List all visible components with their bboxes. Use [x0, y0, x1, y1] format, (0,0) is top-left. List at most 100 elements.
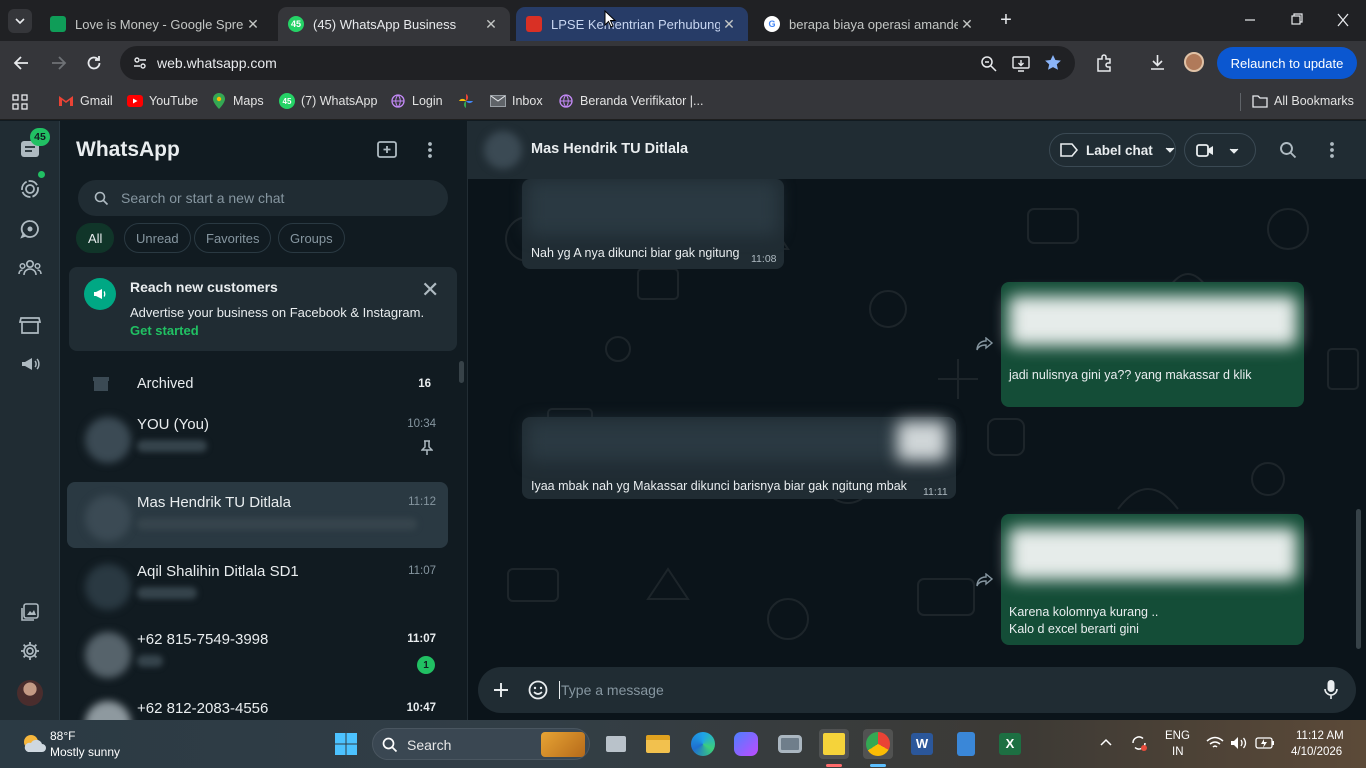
- clock-time[interactable]: 11:12 AM: [1296, 730, 1344, 742]
- all-bookmarks[interactable]: All Bookmarks: [1252, 93, 1354, 109]
- taskbar-app-edge[interactable]: [688, 729, 718, 759]
- bookmark-beranda[interactable]: Beranda Verifikator |...: [558, 93, 703, 109]
- new-chat-icon[interactable]: [376, 140, 398, 160]
- reload-icon[interactable]: [84, 53, 104, 73]
- chat-row-62-815[interactable]: +62 815-7549-3998 11:07 1: [67, 619, 448, 685]
- sticker-emoji-icon[interactable]: [528, 680, 548, 700]
- forward-icon[interactable]: [976, 337, 994, 351]
- filter-unread[interactable]: Unread: [124, 223, 191, 253]
- taskbar-app-camera[interactable]: [775, 729, 805, 759]
- channels-nav-button[interactable]: [18, 217, 42, 241]
- message-outgoing[interactable]: Karena kolomnya kurang .. Kalo d excel b…: [1001, 514, 1304, 645]
- close-window-button[interactable]: [1333, 12, 1353, 28]
- sync-icon[interactable]: [1130, 734, 1148, 752]
- back-icon[interactable]: [12, 53, 32, 73]
- browser-toolbar: web.whatsapp.com Relaunch to update: [0, 41, 1366, 85]
- advertise-nav-button[interactable]: [18, 352, 42, 376]
- tab-google-search[interactable]: G berapa biaya operasi amandel ✕: [754, 7, 986, 41]
- apps-grid-icon[interactable]: [12, 94, 28, 110]
- chevron-up-icon[interactable]: [1100, 738, 1112, 746]
- close-tab-icon[interactable]: ✕: [720, 16, 738, 33]
- clock-date[interactable]: 4/10/2026: [1291, 746, 1342, 758]
- label-chat-button[interactable]: Label chat: [1049, 133, 1176, 167]
- search-input[interactable]: Search or start a new chat: [78, 180, 448, 216]
- attach-plus-icon[interactable]: [493, 682, 509, 698]
- message-incoming[interactable]: Iyaa mbak nah yg Makassar dikunci barisn…: [522, 417, 956, 499]
- input-language[interactable]: ENG: [1165, 730, 1190, 742]
- bookmark-pinwheel[interactable]: [458, 93, 480, 109]
- site-info-icon[interactable]: [132, 55, 148, 71]
- archived-row[interactable]: Archived 16: [67, 369, 448, 399]
- taskbar-app-chrome[interactable]: [863, 729, 893, 759]
- filter-favorites[interactable]: Favorites: [194, 223, 272, 253]
- battery-charging-icon[interactable]: [1255, 737, 1275, 749]
- chat-time: 11:07: [408, 565, 436, 577]
- forward-icon[interactable]: [48, 53, 68, 73]
- address-bar[interactable]: web.whatsapp.com: [120, 46, 1075, 80]
- search-icon[interactable]: [1279, 141, 1297, 159]
- bookmark-inbox[interactable]: Inbox: [490, 93, 543, 109]
- chat-list-scrollbar[interactable]: [459, 361, 464, 383]
- menu-kebab-icon[interactable]: [426, 140, 434, 160]
- extensions-icon[interactable]: [1095, 53, 1114, 72]
- filter-all[interactable]: All: [76, 223, 115, 253]
- contact-name[interactable]: Mas Hendrik TU Ditlala: [531, 141, 688, 157]
- forward-icon[interactable]: [976, 573, 994, 587]
- chat-row-aqil[interactable]: Aqil Shalihin Ditlala SD1 11:07: [67, 551, 448, 617]
- taskbar-app-word[interactable]: W: [907, 729, 937, 759]
- settings-nav-button[interactable]: [18, 639, 42, 663]
- bookmark-youtube[interactable]: YouTube: [127, 93, 198, 109]
- close-tab-icon[interactable]: ✕: [958, 16, 976, 33]
- filter-groups[interactable]: Groups: [278, 223, 345, 253]
- volume-icon[interactable]: [1230, 736, 1248, 750]
- tab-search-button[interactable]: [8, 9, 32, 33]
- contact-avatar[interactable]: [484, 131, 522, 169]
- video-call-button[interactable]: [1184, 133, 1256, 167]
- minimize-button[interactable]: [1240, 12, 1260, 28]
- wifi-icon[interactable]: [1206, 736, 1224, 750]
- menu-kebab-icon[interactable]: [1328, 140, 1336, 160]
- promo-get-started-link[interactable]: Get started: [130, 323, 199, 338]
- weather-widget[interactable]: 88°F Mostly sunny: [14, 726, 134, 762]
- profile-avatar[interactable]: [1184, 52, 1204, 72]
- bookmark-whatsapp[interactable]: 45 (7) WhatsApp: [279, 93, 377, 109]
- close-tab-icon[interactable]: ✕: [244, 16, 262, 33]
- bookmark-maps[interactable]: Maps: [211, 93, 264, 109]
- message-incoming[interactable]: Nah yg A nya dikunci biar gak ngitung 11…: [522, 179, 784, 269]
- taskbar-app-sticky-notes[interactable]: [819, 729, 849, 759]
- close-tab-icon[interactable]: ✕: [482, 16, 500, 33]
- communities-nav-button[interactable]: [18, 256, 42, 280]
- status-nav-button[interactable]: [18, 177, 42, 201]
- taskbar-app-calculator[interactable]: [951, 729, 981, 759]
- bookmark-star-icon[interactable]: [1044, 54, 1062, 72]
- bookmark-gmail[interactable]: Gmail: [58, 93, 113, 109]
- catalog-nav-button[interactable]: [18, 313, 42, 337]
- taskbar-app-explorer[interactable]: [643, 729, 673, 759]
- taskbar-app-copilot[interactable]: [731, 729, 761, 759]
- message-outgoing[interactable]: jadi nulisnya gini ya?? yang makassar d …: [1001, 282, 1304, 407]
- message-input[interactable]: Type a message: [561, 682, 664, 698]
- tab-google-sheets[interactable]: Love is Money - Google Spread ✕: [40, 7, 272, 41]
- chat-row-mas-hendrik[interactable]: Mas Hendrik TU Ditlala 11:12: [67, 482, 448, 548]
- chat-name: Mas Hendrik TU Ditlala: [137, 494, 291, 511]
- taskbar-search[interactable]: Search: [372, 728, 590, 760]
- zoom-icon[interactable]: [980, 55, 997, 72]
- relaunch-button[interactable]: Relaunch to update: [1217, 47, 1357, 79]
- input-region[interactable]: IN: [1172, 746, 1184, 758]
- downloads-icon[interactable]: [1148, 53, 1167, 72]
- restore-button[interactable]: [1286, 12, 1306, 28]
- close-icon[interactable]: ✕: [421, 277, 439, 303]
- start-button[interactable]: [331, 729, 361, 759]
- media-nav-button[interactable]: [18, 600, 42, 624]
- taskbar-app-excel[interactable]: X: [995, 729, 1025, 759]
- tab-lpse[interactable]: LPSE Kementrian Perhubungan ✕: [516, 7, 748, 41]
- new-tab-button[interactable]: +: [996, 10, 1016, 30]
- conversation-scrollbar[interactable]: [1356, 509, 1361, 649]
- tab-whatsapp-business[interactable]: 45 (45) WhatsApp Business ✕: [278, 7, 510, 41]
- bookmark-login[interactable]: Login: [390, 93, 443, 109]
- microphone-icon[interactable]: [1324, 679, 1338, 700]
- chat-row-you[interactable]: YOU (You) 10:34: [67, 404, 448, 470]
- profile-avatar[interactable]: [17, 680, 43, 706]
- taskbar-app-taskview[interactable]: [601, 729, 631, 759]
- install-app-icon[interactable]: [1012, 55, 1030, 72]
